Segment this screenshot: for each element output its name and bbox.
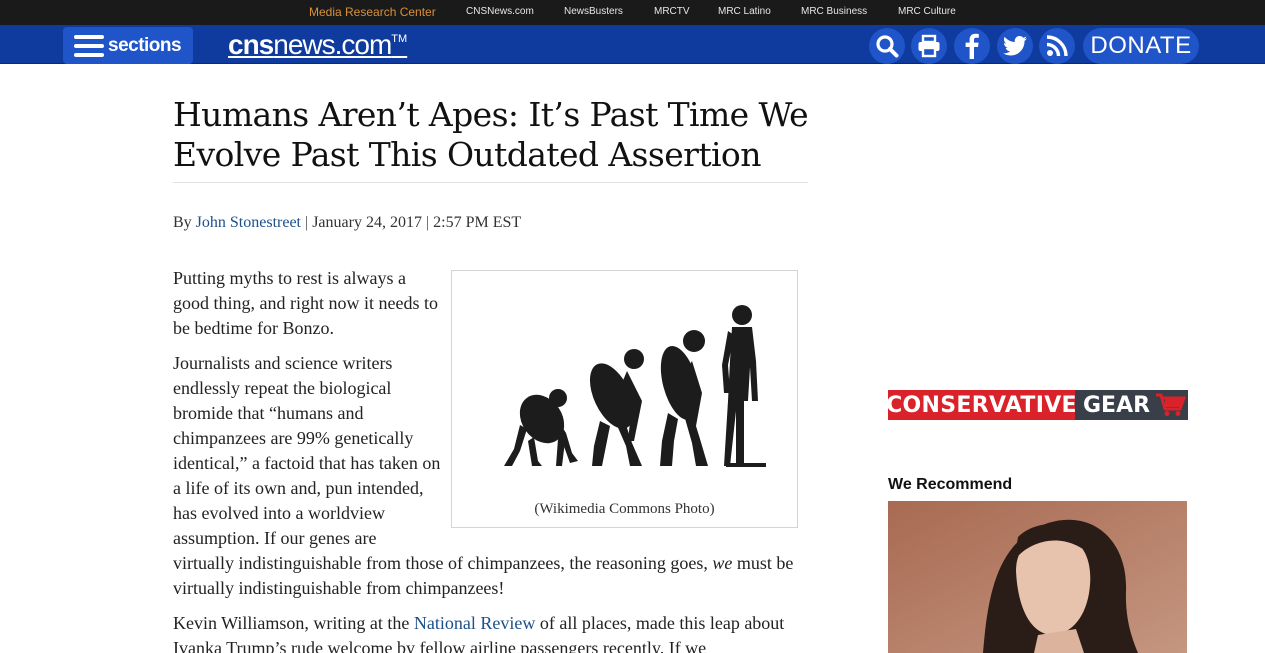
print-button[interactable] [911,28,947,64]
author-link[interactable]: John Stonestreet [196,214,301,231]
print-icon [918,34,940,58]
shopping-cart-icon [1156,393,1187,416]
headline-divider [173,182,808,183]
byline-prefix: By [173,214,192,231]
logo-trademark: TM [391,33,408,45]
twitter-icon [1003,36,1027,56]
twitter-button[interactable] [997,28,1033,64]
figure-caption: (Wikimedia Commons Photo) [534,501,715,517]
we-recommend-heading: We Recommend [888,476,1013,493]
network-link-mrc-business[interactable]: MRC Business [801,6,867,17]
network-link-cnsnews[interactable]: CNSNews.com [466,6,534,17]
conservative-gear-banner[interactable]: CONSERVATIVE GEAR [886,390,1188,420]
site-header: sections cnsnews.comTM DONATE [0,25,1265,64]
article-body: (Wikimedia Commons Photo) Putting myths … [173,266,813,653]
network-link-mrc-latino[interactable]: MRC Latino [718,6,771,17]
site-logo[interactable]: cnsnews.comTM [228,29,407,61]
article-figure: (Wikimedia Commons Photo) [451,270,798,528]
sections-menu-button[interactable]: sections [63,27,193,64]
logo-bold: cns [228,29,274,60]
network-link-mrctv[interactable]: MRCTV [654,6,690,17]
network-link-newsbusters[interactable]: NewsBusters [564,6,623,17]
banner-left-text: CONSERVATIVE [886,390,1077,420]
facebook-button[interactable] [954,28,990,64]
search-icon [876,35,899,58]
article-headline: Humans Aren’t Apes: It’s Past Time We Ev… [173,95,809,174]
publish-time: 2:57 PM EST [433,214,522,231]
network-links: Media Research Center CNSNews.com NewsBu… [0,0,1265,25]
paragraph-3-text-a: Kevin Williamson, writing at the [173,613,414,633]
logo-rest: news.com [273,29,392,60]
byline-separator: | [305,214,309,231]
donate-button[interactable]: DONATE [1083,28,1199,64]
paragraph-3: Kevin Williamson, writing at the Nationa… [173,611,813,653]
banner-right-text: GEAR [1083,392,1151,418]
banner-right: GEAR [1075,390,1188,420]
evolution-silhouette-image [504,305,766,467]
hamburger-icon [74,34,104,57]
rss-icon [1046,35,1068,57]
publish-date: January 24, 2017 [312,214,422,231]
network-bar: Media Research Center CNSNews.com NewsBu… [0,0,1265,25]
sections-label: sections [108,34,182,56]
recommended-article-image[interactable] [888,501,1187,653]
byline: By John Stonestreet | January 24, 2017 | 2:5… [173,214,521,232]
byline-separator: | [425,214,430,231]
network-link-mrc-culture[interactable]: MRC Culture [898,6,956,17]
search-button[interactable] [869,28,905,64]
rss-button[interactable] [1039,28,1075,64]
facebook-icon [965,33,979,59]
paragraph-2-emphasis: we [712,553,733,573]
national-review-link[interactable]: National Review [414,613,535,633]
network-link-mrc[interactable]: Media Research Center [309,5,436,19]
